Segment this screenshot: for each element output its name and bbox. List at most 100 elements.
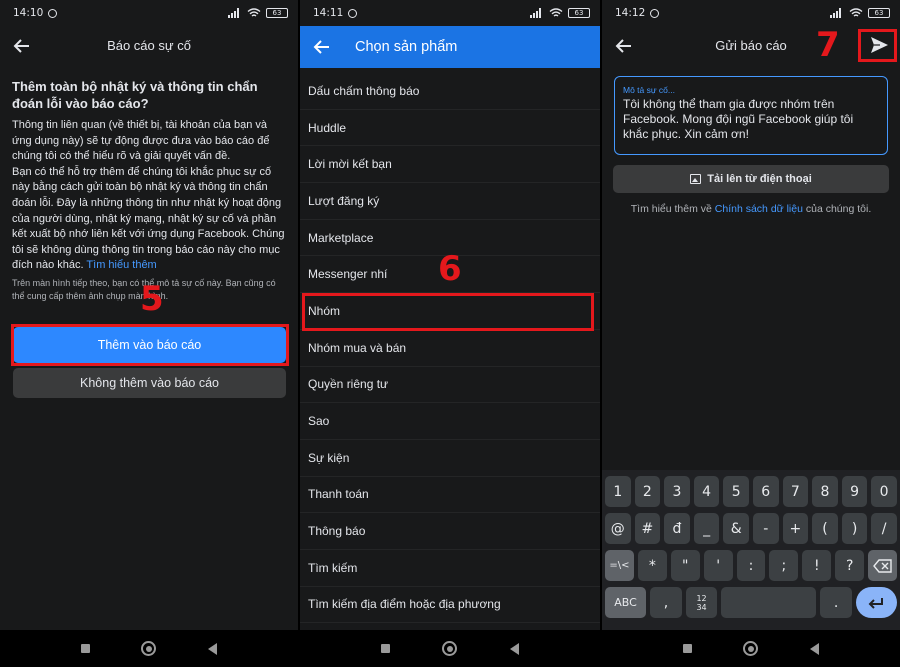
android-nav-bar <box>602 630 900 667</box>
key[interactable]: ! <box>802 550 832 581</box>
product-item[interactable]: Nhóm mua và bán <box>300 330 600 367</box>
product-item[interactable]: Marketplace <box>300 220 600 257</box>
choose-product-screen: 14:11 63 Chọn sản phẩm Dấu chấm thông bá… <box>300 0 600 667</box>
wifi-icon <box>549 8 563 17</box>
backspace-icon <box>872 558 892 573</box>
key-numpad[interactable]: 12 34 <box>685 587 718 618</box>
key[interactable]: 7 <box>782 476 809 507</box>
numpad-bottom: 34 <box>696 602 707 612</box>
key[interactable]: 8 <box>812 476 838 507</box>
enter-key[interactable] <box>855 587 897 618</box>
send-report-screen: 14:12 63 Gửi báo cáo 7 Mô tả sự cố... Tô… <box>602 0 900 667</box>
data-policy-link[interactable]: Chính sách dữ liệu <box>715 203 803 215</box>
top-app-bar: Báo cáo sự cố <box>0 26 298 66</box>
product-item[interactable]: Thông báo <box>300 513 600 550</box>
product-item[interactable]: Tìm kiếm <box>300 550 600 587</box>
product-item[interactable]: Thanh toán <box>300 477 600 514</box>
nav-back-icon[interactable] <box>509 642 519 655</box>
key[interactable]: " <box>670 550 700 581</box>
key[interactable]: ( <box>812 513 838 544</box>
image-icon <box>690 174 702 184</box>
learn-more-link[interactable]: Tìm hiểu thêm <box>86 259 156 271</box>
product-item[interactable]: Lời mời kết bạn <box>300 146 600 184</box>
key[interactable]: + <box>782 513 809 544</box>
back-arrow-icon[interactable] <box>312 37 332 57</box>
battery-icon: 63 <box>266 8 288 18</box>
backspace-key[interactable] <box>868 550 898 581</box>
page-title: Báo cáo sự cố <box>107 38 191 53</box>
product-item[interactable]: Messenger nhí <box>300 256 600 294</box>
data-policy-text: Tìm hiểu thêm về Chính sách dữ liệu của … <box>602 203 900 215</box>
key[interactable]: # <box>634 513 661 544</box>
key[interactable]: ; <box>769 550 799 581</box>
key[interactable]: 3 <box>664 476 690 507</box>
info-heading: Thêm toàn bộ nhật ký và thông tin chẩn đ… <box>12 79 258 111</box>
key[interactable]: / <box>871 513 897 544</box>
send-icon[interactable] <box>868 34 890 56</box>
battery-icon: 63 <box>568 8 590 18</box>
product-item[interactable]: Lượt đăng ký <box>300 183 600 220</box>
recents-icon[interactable] <box>381 644 391 653</box>
key[interactable]: ) <box>841 513 868 544</box>
product-item[interactable]: Huddle <box>300 110 600 147</box>
keyboard-row-numbers: 1 2 3 4 5 6 7 8 9 0 <box>605 476 897 507</box>
key-period[interactable]: . <box>820 587 852 618</box>
key[interactable]: - <box>752 513 779 544</box>
product-item[interactable]: Sao <box>300 403 600 440</box>
keyboard-row-symbols-2: =\< * " ' : ; ! ? <box>605 550 898 581</box>
signal-icon <box>228 8 242 18</box>
key[interactable]: 5 <box>723 476 749 507</box>
key[interactable]: 9 <box>841 476 868 507</box>
alarm-icon <box>650 9 659 18</box>
recents-icon[interactable] <box>682 644 692 653</box>
key[interactable]: đ <box>664 513 690 544</box>
numpad-top: 12 <box>696 593 707 603</box>
on-screen-keyboard: 1 2 3 4 5 6 7 8 9 0 @ # đ _ & - + ( ) / … <box>602 470 900 630</box>
key[interactable]: ' <box>703 550 733 581</box>
recents-icon[interactable] <box>80 644 90 653</box>
product-item[interactable]: Quyền riêng tư <box>300 367 600 404</box>
key[interactable]: 2 <box>634 476 661 507</box>
home-icon[interactable] <box>141 641 157 656</box>
data-policy-prefix: Tìm hiểu thêm về <box>630 203 715 215</box>
product-item[interactable]: Tìm kiếm địa điểm hoặc địa phương <box>300 587 600 624</box>
key-abc[interactable]: ABC <box>605 587 647 618</box>
key[interactable]: 4 <box>693 476 720 507</box>
description-field[interactable]: Mô tả sự cố... Tôi không thể tham gia đư… <box>614 76 888 155</box>
info-body: Thông tin liên quan (về thiết bị, tài kh… <box>12 118 288 274</box>
key[interactable]: ? <box>835 550 865 581</box>
key-comma[interactable]: , <box>650 587 682 618</box>
info-paragraph-1: Thông tin liên quan (về thiết bị, tài kh… <box>12 119 270 163</box>
home-icon[interactable] <box>442 641 458 656</box>
key[interactable]: & <box>723 513 749 544</box>
nav-back-icon[interactable] <box>810 642 820 655</box>
nav-back-icon[interactable] <box>208 642 218 655</box>
key-more-symbols[interactable]: =\< <box>605 550 634 581</box>
key[interactable]: * <box>637 550 667 581</box>
info-note: Trên màn hình tiếp theo, bạn có thể mô t… <box>12 277 276 301</box>
page-title: Gửi báo cáo <box>715 38 787 53</box>
key[interactable]: @ <box>605 513 631 544</box>
report-info: Thêm toàn bộ nhật ký và thông tin chẩn đ… <box>12 78 288 303</box>
alarm-icon <box>348 9 357 18</box>
status-bar: 14:12 63 <box>602 0 900 26</box>
key[interactable]: 1 <box>605 476 631 507</box>
top-app-bar: Gửi báo cáo <box>602 26 900 66</box>
home-icon[interactable] <box>743 641 759 656</box>
product-item-groups[interactable]: Nhóm <box>300 293 600 330</box>
key[interactable]: 6 <box>752 476 779 507</box>
key[interactable]: _ <box>693 513 720 544</box>
key[interactable]: : <box>736 550 766 581</box>
space-key[interactable] <box>721 587 817 618</box>
dont-add-to-report-button[interactable]: Không thêm vào báo cáo <box>13 368 286 398</box>
key[interactable]: 0 <box>871 476 897 507</box>
description-text: Tôi không thể tham gia được nhóm trên Fa… <box>623 97 854 141</box>
upload-from-phone-button[interactable]: Tải lên từ điện thoại <box>613 165 889 193</box>
add-to-report-button[interactable]: Thêm vào báo cáo <box>13 327 286 363</box>
product-item[interactable]: Dấu chấm thông báo <box>300 73 600 110</box>
description-label: Mô tả sự cố... <box>623 85 675 95</box>
top-app-bar: Chọn sản phẩm <box>300 26 600 68</box>
keyboard-row-bottom: ABC , 12 34 . <box>605 587 897 618</box>
product-item[interactable]: Sự kiện <box>300 440 600 477</box>
info-paragraph-2-text: Bạn có thể hỗ trợ thêm để chúng tôi khắc… <box>12 165 285 272</box>
